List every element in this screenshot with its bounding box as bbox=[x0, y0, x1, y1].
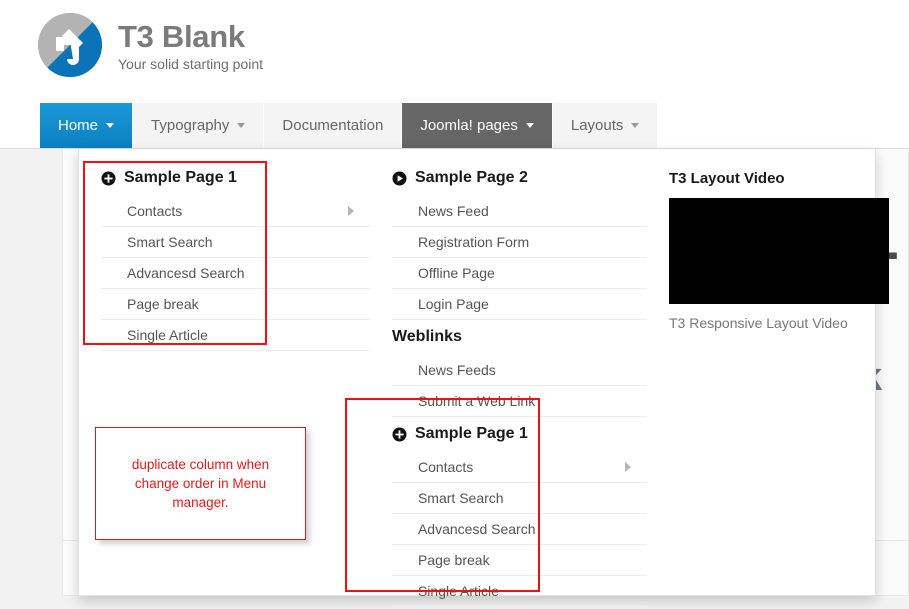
nav-item-label: Joomla! pages bbox=[420, 117, 518, 134]
nav-item-label: Documentation bbox=[282, 117, 384, 134]
site-header: T3 Blank Your solid starting point bbox=[0, 0, 909, 103]
menu-item-advancesd-search[interactable]: Advancesd Search bbox=[101, 258, 370, 289]
menu-item-page-break-duplicate[interactable]: Page break bbox=[391, 545, 647, 576]
menu-item-single-article-duplicate[interactable]: Single Article bbox=[391, 576, 647, 607]
megamenu-heading-sample-page-1-duplicate[interactable]: Sample Page 1 bbox=[392, 417, 647, 452]
megamenu-list-sample-page-1-duplicate: Contacts Smart Search Advancesd Search P… bbox=[391, 452, 647, 607]
menu-item-submit-a-web-link[interactable]: Submit a Web Link bbox=[391, 386, 647, 417]
main-navbar: Home Typography Documentation Joomla! pa… bbox=[0, 103, 909, 149]
megamenu-column-3: T3 Layout Video T3 Responsive Layout Vid… bbox=[647, 161, 889, 595]
chevron-right-icon bbox=[347, 206, 354, 216]
annotation-note-text: duplicate column when change order in Me… bbox=[131, 457, 270, 510]
menu-item-news-feed[interactable]: News Feed bbox=[391, 196, 647, 227]
menu-item-label: Registration Form bbox=[417, 234, 530, 250]
megamenu-column-2: Sample Page 2 News Feed Registration For… bbox=[370, 161, 647, 607]
site-logo-text: T3 Blank Your solid starting point bbox=[118, 18, 264, 73]
megamenu-list-sample-page-2: News Feed Registration Form Offline Page… bbox=[391, 196, 647, 320]
menu-item-smart-search[interactable]: Smart Search bbox=[101, 227, 370, 258]
site-slogan: Your solid starting point bbox=[118, 55, 264, 72]
menu-item-label: Page break bbox=[127, 296, 199, 312]
menu-item-login-page[interactable]: Login Page bbox=[391, 289, 647, 320]
nav-item-layouts[interactable]: Layouts bbox=[552, 103, 659, 148]
nav-item-documentation[interactable]: Documentation bbox=[264, 103, 403, 148]
nav-item-typography[interactable]: Typography bbox=[133, 103, 265, 148]
megamenu-heading-label: Sample Page 1 bbox=[414, 425, 528, 442]
chevron-down-icon bbox=[237, 123, 246, 128]
nav-item-joomla-pages[interactable]: Joomla! pages bbox=[402, 103, 553, 148]
menu-item-label: News Feeds bbox=[417, 362, 496, 378]
menu-item-advancesd-search-duplicate[interactable]: Advancesd Search bbox=[391, 514, 647, 545]
plus-circle-icon bbox=[392, 427, 407, 442]
chevron-down-icon bbox=[525, 123, 534, 128]
menu-item-page-break[interactable]: Page break bbox=[101, 289, 370, 320]
site-logo[interactable]: T3 Blank Your solid starting point bbox=[36, 11, 263, 79]
menu-item-label: Contacts bbox=[127, 203, 183, 219]
nav-item-home[interactable]: Home bbox=[40, 103, 134, 148]
menu-item-label: Single Article bbox=[127, 327, 208, 343]
menu-item-contacts[interactable]: Contacts bbox=[101, 196, 370, 227]
menu-item-label: Advancesd Search bbox=[417, 521, 536, 537]
menu-item-label: Smart Search bbox=[417, 490, 504, 506]
site-title: T3 Blank bbox=[118, 18, 245, 54]
menu-item-label: Submit a Web Link bbox=[417, 393, 536, 409]
menu-item-label: News Feed bbox=[417, 203, 489, 219]
page-root: T3 Blank Your solid starting point Home … bbox=[0, 0, 909, 609]
menu-item-offline-page[interactable]: Offline Page bbox=[391, 258, 647, 289]
menu-item-label: Page break bbox=[417, 552, 490, 568]
menu-item-news-feeds[interactable]: News Feeds bbox=[391, 355, 647, 386]
nav-item-label: Layouts bbox=[570, 117, 624, 134]
annotation-note: duplicate column when change order in Me… bbox=[95, 427, 306, 540]
megamenu-heading-label: Sample Page 2 bbox=[414, 169, 528, 186]
play-circle-icon bbox=[392, 171, 407, 186]
chevron-down-icon bbox=[106, 123, 115, 128]
megamenu-heading-sample-page-1[interactable]: Sample Page 1 bbox=[101, 161, 370, 196]
menu-item-label: Contacts bbox=[417, 459, 474, 475]
menu-item-contacts-duplicate[interactable]: Contacts bbox=[391, 452, 647, 483]
video-caption: T3 Responsive Layout Video bbox=[669, 315, 848, 331]
navbar-items: Home Typography Documentation Joomla! pa… bbox=[40, 103, 659, 148]
nav-item-label: Home bbox=[58, 117, 99, 134]
megamenu-list-sample-page-1: Contacts Smart Search Advancesd Search P… bbox=[101, 196, 370, 351]
menu-item-label: Single Article bbox=[417, 583, 499, 599]
nav-item-label: Typography bbox=[151, 117, 230, 134]
megamenu-heading-sample-page-2[interactable]: Sample Page 2 bbox=[392, 161, 647, 196]
menu-item-label: Offline Page bbox=[417, 265, 495, 281]
megamenu-heading-label: Sample Page 1 bbox=[124, 169, 237, 186]
menu-item-label: Login Page bbox=[417, 296, 489, 312]
menu-item-smart-search-duplicate[interactable]: Smart Search bbox=[391, 483, 647, 514]
megamenu-list-weblinks: News Feeds Submit a Web Link bbox=[391, 355, 647, 417]
megamenu-heading-weblinks[interactable]: Weblinks bbox=[392, 320, 647, 355]
plus-circle-icon bbox=[101, 171, 116, 186]
megamenu-heading-label: Weblinks bbox=[391, 328, 462, 345]
menu-item-single-article[interactable]: Single Article bbox=[101, 320, 370, 351]
video-module-title: T3 Layout Video bbox=[669, 170, 785, 187]
chevron-right-icon bbox=[625, 462, 631, 472]
chevron-down-icon bbox=[631, 123, 640, 128]
menu-item-label: Advancesd Search bbox=[127, 265, 245, 281]
menu-item-label: Smart Search bbox=[127, 234, 213, 250]
video-player[interactable] bbox=[669, 198, 889, 304]
menu-item-registration-form[interactable]: Registration Form bbox=[391, 227, 647, 258]
t3-logo-icon bbox=[36, 11, 104, 79]
